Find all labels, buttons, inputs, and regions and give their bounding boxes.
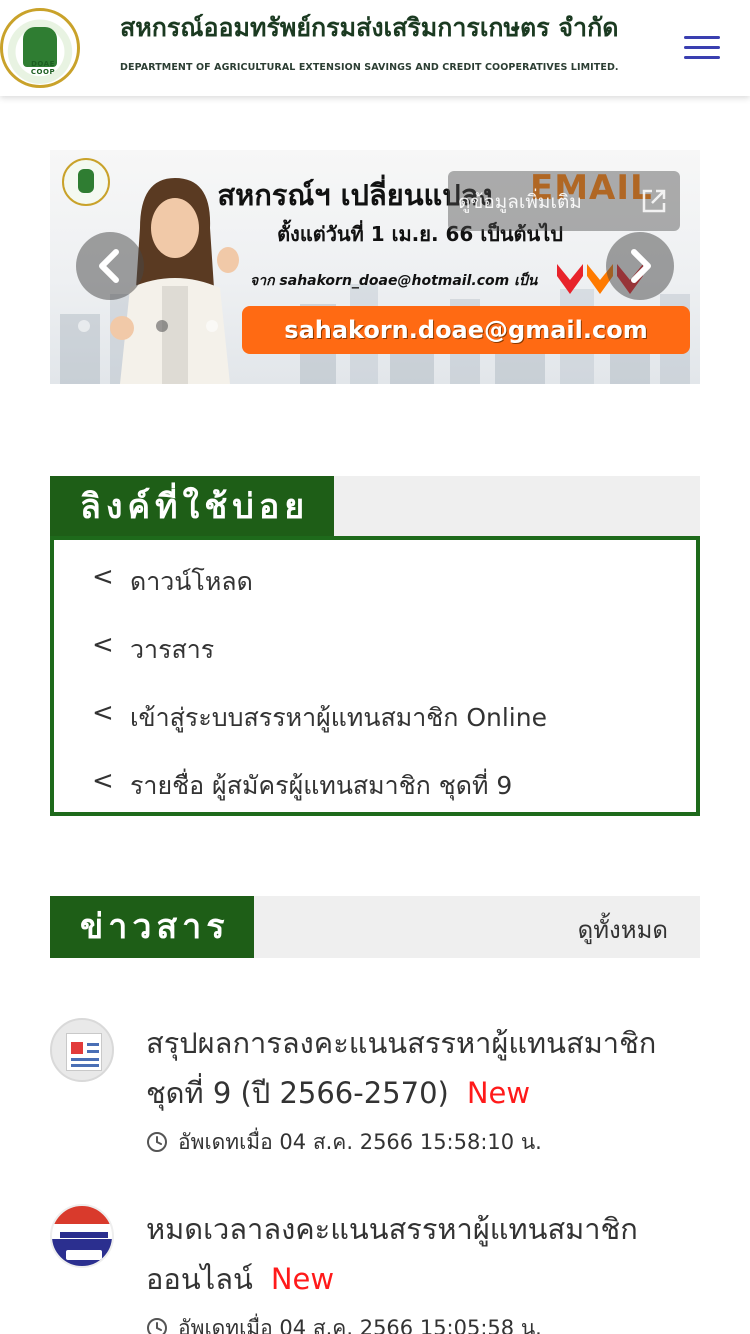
menu-bar (684, 36, 720, 39)
banner-old-email: จาก sahakorn_doae@hotmail.com เป็น (250, 273, 538, 289)
link-item-download[interactable]: < ดาวน์โหลด (54, 548, 696, 608)
news-updated-text: อัพเดทเมื่อ 04 ส.ค. 2566 15:58:10 น. (178, 1130, 542, 1154)
carousel-dot[interactable] (206, 320, 218, 332)
links-section-header: ลิงค์ที่ใช้บ่อย (50, 476, 700, 538)
menu-bar (684, 46, 720, 49)
news-title[interactable]: สรุปผลการลงคะแนนสรรหาผู้แทนสมาชิก ชุดที่… (146, 1026, 656, 1110)
news-title-wrapper: สรุปผลการลงคะแนนสรรหาผู้แทนสมาชิก ชุดที่… (146, 1018, 700, 1118)
carousel-next-button[interactable] (606, 232, 674, 300)
chevron-left-icon: < (92, 766, 114, 796)
link-label: เข้าสู่ระบบสรรหาผู้แทนสมาชิก Online (130, 703, 547, 732)
links-section-title: ลิงค์ที่ใช้บ่อย (50, 476, 334, 538)
news-item[interactable]: สรุปผลการลงคะแนนสรรหาผู้แทนสมาชิก ชุดที่… (50, 1018, 700, 1188)
chevron-left-icon (99, 249, 119, 283)
hamburger-menu-icon[interactable] (684, 36, 720, 60)
clock-icon (147, 1318, 167, 1334)
carousel-dot-active[interactable] (156, 320, 168, 332)
site-subtitle: DEPARTMENT OF AGRICULTURAL EXTENSION SAV… (120, 62, 619, 73)
view-more-label: ดูข้อมูลเพิ่มเติม (458, 191, 582, 213)
news-updated: อัพเดทเมื่อ 04 ส.ค. 2566 15:58:10 น. (146, 1126, 542, 1159)
menu-bar (684, 56, 720, 59)
news-item[interactable]: หมดเวลาลงคะแนนสรรหาผู้แทนสมาชิก ออนไลน์ N… (50, 1204, 700, 1334)
news-section-header: ข่าวสาร ดูทั้งหมด (50, 896, 700, 958)
coop-logo[interactable]: DOAE COOP (0, 8, 80, 88)
link-label: วารสาร (130, 635, 215, 664)
logo-text: DOAE COOP (30, 60, 56, 76)
poster-icon (50, 1204, 114, 1268)
banner-new-email: sahakorn.doae@gmail.com (242, 306, 690, 354)
new-badge: New (270, 1262, 335, 1296)
carousel-dot[interactable] (78, 320, 90, 332)
link-item-online-election[interactable]: < เข้าสู่ระบบสรรหาผู้แทนสมาชิก Online (54, 684, 696, 744)
link-label: ดาวน์โหลด (130, 567, 253, 596)
news-title[interactable]: หมดเวลาลงคะแนนสรรหาผู้แทนสมาชิก ออนไลน์ (146, 1212, 638, 1296)
external-link-icon (642, 189, 666, 213)
link-label: รายชื่อ ผู้สมัครผู้แทนสมาชิก ชุดที่ 9 (130, 771, 513, 800)
view-more-button[interactable]: ดูข้อมูลเพิ่มเติม (448, 171, 680, 231)
chevron-right-icon (631, 249, 651, 283)
carousel-indicators (78, 320, 218, 332)
news-section-title: ข่าวสาร (50, 896, 254, 958)
clock-icon (147, 1132, 167, 1152)
news-title-wrapper: หมดเวลาลงคะแนนสรรหาผู้แทนสมาชิก ออนไลน์ N… (146, 1204, 700, 1304)
chevron-left-icon: < (92, 698, 114, 728)
site-header: DOAE COOP สหกรณ์ออมทรัพย์กรมส่งเสริมการเ… (0, 0, 750, 96)
site-title: สหกรณ์ออมทรัพย์กรมส่งเสริมการเกษตร จำกัด (120, 13, 619, 42)
document-icon (50, 1018, 114, 1082)
banner-carousel[interactable]: สหกรณ์ฯ เปลี่ยนแปลง EMAIL ตั้งแต่วันที่ … (50, 150, 700, 384)
news-updated-text: อัพเดทเมื่อ 04 ส.ค. 2566 15:05:58 น. (178, 1316, 542, 1334)
link-item-candidate-list[interactable]: < รายชื่อ ผู้สมัครผู้แทนสมาชิก ชุดที่ 9 (54, 752, 696, 812)
chevron-left-icon: < (92, 630, 114, 660)
news-updated: อัพเดทเมื่อ 04 ส.ค. 2566 15:05:58 น. (146, 1312, 542, 1334)
chevron-left-icon: < (92, 562, 114, 592)
carousel-prev-button[interactable] (76, 232, 144, 300)
links-list: < ดาวน์โหลด < วารสาร < เข้าสู่ระบบสรรหาผ… (50, 536, 700, 816)
see-all-link[interactable]: ดูทั้งหมด (578, 910, 668, 949)
link-item-journal[interactable]: < วารสาร (54, 616, 696, 676)
new-badge: New (466, 1076, 531, 1110)
